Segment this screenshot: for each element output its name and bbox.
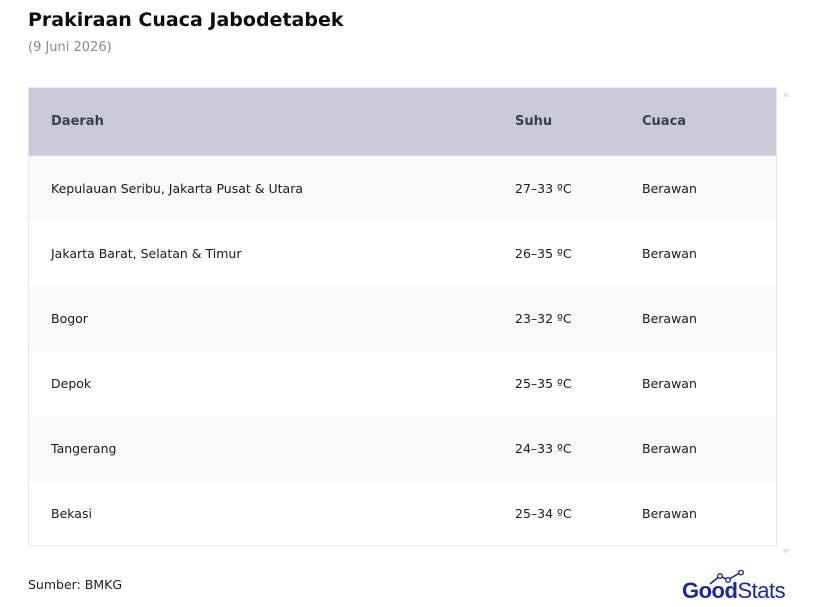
- cell-suhu: 24–33 ºC: [515, 416, 642, 481]
- cell-suhu: 25–35 ºC: [515, 351, 642, 416]
- table-row: Bekasi 25–34 ºC Berawan: [29, 481, 776, 545]
- cell-cuaca: Berawan: [642, 155, 776, 221]
- cell-suhu: 23–32 ºC: [515, 286, 642, 351]
- scroll-down-arrow-icon[interactable]: [782, 549, 790, 554]
- page-title: Prakiraan Cuaca Jabodetabek: [28, 9, 344, 31]
- cell-cuaca: Berawan: [642, 351, 776, 416]
- table-row: Bogor 23–32 ºC Berawan: [29, 286, 776, 351]
- table-row: Depok 25–35 ºC Berawan: [29, 351, 776, 416]
- forecast-table-container[interactable]: Daerah Suhu Cuaca Kepulauan Seribu, Jaka…: [28, 87, 777, 546]
- cell-suhu: 26–35 ºC: [515, 221, 642, 286]
- page-subtitle-date: (9 Juni 2026): [28, 40, 112, 55]
- source-note: Sumber: BMKG: [28, 577, 123, 592]
- cell-cuaca: Berawan: [642, 286, 776, 351]
- table-header-row: Daerah Suhu Cuaca: [29, 88, 776, 156]
- column-header-suhu: Suhu: [515, 88, 642, 156]
- cell-daerah: Kepulauan Seribu, Jakarta Pusat & Utara: [29, 155, 515, 221]
- column-header-daerah: Daerah: [29, 88, 515, 156]
- table-row: Jakarta Barat, Selatan & Timur 26–35 ºC …: [29, 221, 776, 286]
- table-row: Kepulauan Seribu, Jakarta Pusat & Utara …: [29, 155, 776, 221]
- table-row: Tangerang 24–33 ºC Berawan: [29, 416, 776, 481]
- cell-cuaca: Berawan: [642, 416, 776, 481]
- cell-daerah: Bekasi: [29, 481, 515, 545]
- goodstats-logo: GoodStats: [682, 570, 798, 604]
- cell-suhu: 27–33 ºC: [515, 155, 642, 221]
- logo-stats-text: Stats: [737, 578, 786, 603]
- cell-daerah: Depok: [29, 351, 515, 416]
- cell-daerah: Bogor: [29, 286, 515, 351]
- cell-daerah: Tangerang: [29, 416, 515, 481]
- cell-cuaca: Berawan: [642, 221, 776, 286]
- column-header-cuaca: Cuaca: [642, 88, 776, 156]
- cell-suhu: 25–34 ºC: [515, 481, 642, 545]
- scroll-up-arrow-icon[interactable]: [782, 92, 790, 97]
- cell-daerah: Jakarta Barat, Selatan & Timur: [29, 221, 515, 286]
- logo-good-text: Good: [682, 578, 738, 603]
- cell-cuaca: Berawan: [642, 481, 776, 545]
- logo-wordmark: GoodStats: [682, 578, 786, 604]
- forecast-table: Daerah Suhu Cuaca Kepulauan Seribu, Jaka…: [29, 88, 776, 545]
